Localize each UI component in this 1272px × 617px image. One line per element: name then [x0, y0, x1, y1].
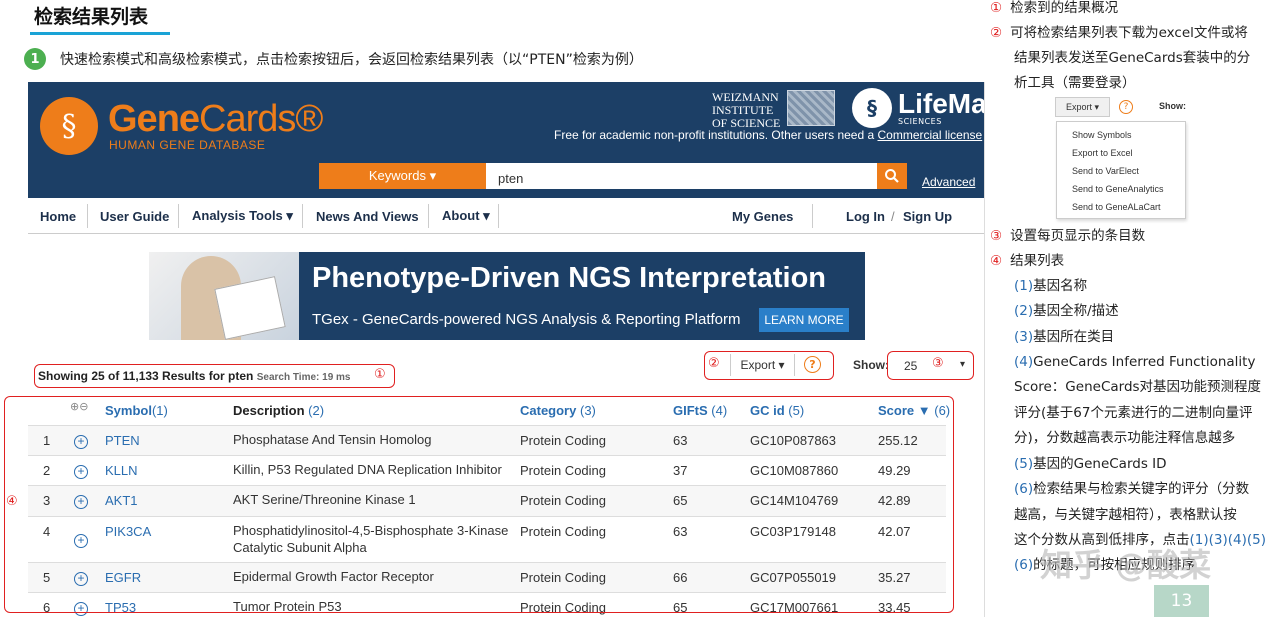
annotation-box-show	[887, 351, 974, 380]
ad-banner[interactable]: Phenotype-Driven NGS Interpretation TGex…	[149, 252, 865, 340]
annotation-marker-2: ②	[708, 356, 720, 371]
mini-export-button[interactable]: Export ▾	[1055, 97, 1110, 117]
nav-divider	[812, 204, 813, 228]
annotation-box-export	[704, 351, 834, 380]
weizmann-logo-text: WEIZMANN INSTITUTE OF SCIENCE	[712, 91, 780, 130]
nav-divider	[302, 204, 303, 228]
note-4-sub5: (5)基因的GeneCards ID	[1014, 452, 1167, 478]
menu-item-show-symbols[interactable]: Show Symbols	[1057, 126, 1185, 144]
note-1: ①检索到的结果概况	[990, 0, 1118, 22]
mini-show-label: Show:	[1159, 101, 1186, 111]
weizmann-emblem-icon	[787, 90, 835, 126]
search-icon	[884, 168, 900, 184]
banner-subtitle: TGex - GeneCards-powered NGS Analysis & …	[312, 311, 741, 328]
search-input[interactable]	[486, 163, 877, 189]
step-text: 快速检索模式和高级检索模式，点击检索按钮后，会返回检索结果列表（以“PTEN”检…	[60, 49, 643, 69]
advanced-search-link[interactable]: Advanced	[922, 175, 975, 189]
commercial-license-link[interactable]: Commercial license	[878, 128, 983, 142]
nav-news-and-views[interactable]: News And Views	[316, 198, 419, 234]
annotation-box-summary	[34, 364, 395, 388]
export-menu: Show Symbols Export to Excel Send to Var…	[1056, 121, 1186, 219]
note-2-line2: 结果列表发送至GeneCards套装中的分	[1014, 46, 1250, 72]
nav-about[interactable]: About ▾	[442, 198, 490, 234]
lifemap-logo-subtitle: SCIENCES	[898, 117, 942, 126]
note-4-sub4-line3: 评分(基于67个元素进行的二进制向量评	[1014, 401, 1252, 427]
nav-divider	[178, 204, 179, 228]
menu-item-send-geneanalytics[interactable]: Send to GeneAnalytics	[1057, 180, 1185, 198]
genecards-logo-subtitle: HUMAN GENE DATABASE	[109, 138, 265, 152]
title-underline	[30, 32, 170, 35]
note-4-sub4: (4)GeneCards Inferred Functionality	[1014, 350, 1255, 376]
note-4-sub3: (3)基因所在类目	[1014, 325, 1114, 351]
annotation-marker-1: ①	[374, 367, 386, 382]
lifemap-logo-icon: §	[852, 88, 892, 128]
step-number-badge: 1	[24, 48, 46, 70]
license-notice: Free for academic non-profit institution…	[554, 128, 982, 142]
genecards-header: § GeneCards® HUMAN GENE DATABASE WEIZMAN…	[28, 82, 985, 198]
menu-item-send-varelect[interactable]: Send to VarElect	[1057, 162, 1185, 180]
note-4: ④结果列表	[990, 249, 1064, 275]
note-2: ②可将检索结果列表下载为excel文件或将	[990, 21, 1248, 47]
watermark: 知乎 @酸菜	[1040, 540, 1211, 586]
page-number: 13	[1154, 585, 1209, 617]
note-4-sub2: (2)基因全称/描述	[1014, 299, 1119, 325]
mini-help-icon[interactable]: ?	[1119, 100, 1133, 114]
nav-home[interactable]: Home	[40, 198, 76, 234]
search-button[interactable]	[877, 163, 907, 189]
note-3: ③设置每页显示的条目数	[990, 224, 1145, 250]
annotation-box-table	[4, 396, 954, 613]
nav-signup[interactable]: Sign Up	[903, 198, 952, 234]
annotation-marker-4: ④	[6, 494, 18, 509]
menu-item-send-genealacart[interactable]: Send to GeneALaCart	[1057, 198, 1185, 216]
note-4-sub6: (6)检索结果与检索关键字的评分（分数	[1014, 477, 1249, 503]
main-nav: Home User Guide Analysis Tools ▾ News An…	[28, 198, 985, 234]
note-4-sub6-line2: 越高，与关键字越相符），表格默认按	[1014, 503, 1237, 529]
keywords-dropdown[interactable]: Keywords ▾	[319, 163, 486, 189]
step-line: 1 快速检索模式和高级检索模式，点击检索按钮后，会返回检索结果列表（以“PTEN…	[24, 48, 643, 70]
nav-divider	[87, 204, 88, 228]
show-label: Show:	[853, 358, 889, 372]
note-4-sub4-line4: 分)，分数越高表示功能注释信息越多	[1014, 426, 1235, 452]
nav-login[interactable]: Log In	[846, 198, 885, 234]
lifemap-logo-text: LifeMap	[898, 88, 985, 120]
nav-analysis-tools[interactable]: Analysis Tools ▾	[192, 198, 293, 234]
export-menu-preview: Export ▾ ? Show: Show Symbols Export to …	[1055, 95, 1188, 221]
nav-divider	[498, 204, 499, 228]
slide-title: 检索结果列表	[34, 2, 148, 29]
genecards-logo-icon[interactable]: §	[40, 97, 98, 155]
nav-divider	[428, 204, 429, 228]
banner-title: Phenotype-Driven NGS Interpretation	[312, 262, 826, 295]
banner-photo	[149, 252, 299, 340]
nav-slash: /	[891, 198, 895, 234]
annotation-marker-3: ③	[932, 356, 944, 371]
menu-item-export-excel[interactable]: Export to Excel	[1057, 144, 1185, 162]
note-4-sub1: (1)基因名称	[1014, 274, 1087, 300]
nav-my-genes[interactable]: My Genes	[732, 198, 793, 234]
learn-more-button[interactable]: LEARN MORE	[759, 308, 849, 332]
note-2-line3: 析工具（需要登录）	[1014, 71, 1136, 97]
note-4-sub4-line2: Score：GeneCards对基因功能预测程度	[1014, 375, 1261, 401]
genecards-logo-text[interactable]: GeneCards®	[108, 98, 322, 141]
nav-user-guide[interactable]: User Guide	[100, 198, 169, 234]
